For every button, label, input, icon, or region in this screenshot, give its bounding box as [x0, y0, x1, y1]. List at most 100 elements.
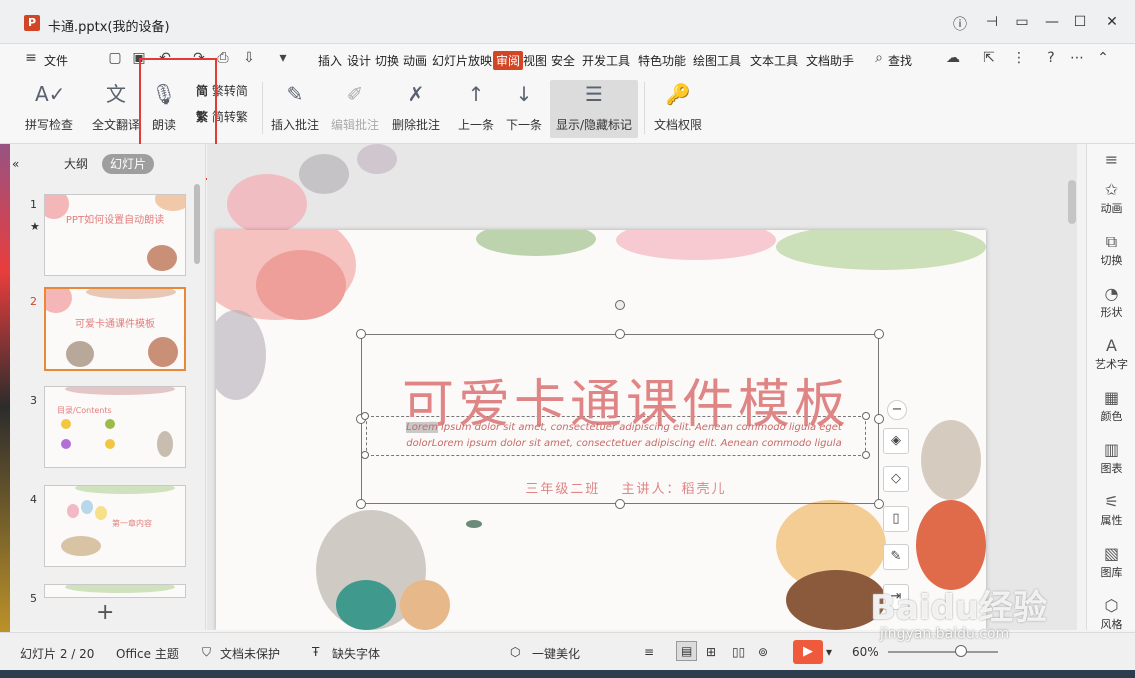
menu-file[interactable]: 文件	[44, 52, 68, 69]
notes-toggle-icon[interactable]: ≡	[644, 645, 654, 659]
normal-view-icon[interactable]: ▤	[676, 641, 698, 661]
resize-handle[interactable]	[356, 499, 366, 509]
tab-features[interactable]: 特色功能	[638, 52, 686, 69]
sorter-view-icon[interactable]: ⊞	[706, 645, 716, 659]
rp-color[interactable]: ▦ 颜色	[1087, 388, 1135, 424]
rp-shape[interactable]: ◔ 形状	[1087, 284, 1135, 320]
crop-icon[interactable]: ▯	[883, 506, 909, 532]
rp-wordart[interactable]: A 艺术字	[1087, 336, 1135, 372]
current-slide[interactable]: 可爱卡通课件模板 Lorem ipsum dolor sit amet, con…	[216, 230, 986, 630]
tab-drawing-tools[interactable]: 绘图工具	[693, 52, 741, 69]
slide-thumbnail-3[interactable]: 目录/Contents	[44, 386, 186, 468]
show-hide-markup-button[interactable]: ☰ 显示/隐藏标记	[550, 80, 638, 138]
document-permission-button[interactable]: 🔑 文档权限	[652, 80, 704, 138]
rabbit-dress	[916, 500, 986, 590]
play-options-icon[interactable]: ▾	[826, 645, 832, 659]
tab-transition[interactable]: 切换	[375, 52, 399, 69]
tab-slideshow[interactable]: 幻灯片放映	[432, 52, 492, 69]
more-options-icon[interactable]: ⋮	[1010, 50, 1028, 68]
fill-icon[interactable]: ◇	[883, 466, 909, 492]
info-icon[interactable]: ⓘ	[950, 14, 970, 33]
resize-handle[interactable]	[615, 329, 625, 339]
slide-thumbnail-1[interactable]: PPT如何设置自动朗读	[44, 194, 186, 276]
tab-design[interactable]: 设计	[347, 52, 371, 69]
decorative-flower	[616, 230, 776, 260]
tab-animation[interactable]: 动画	[403, 52, 427, 69]
play-slideshow-button[interactable]: ▶	[793, 640, 823, 664]
previous-comment-button[interactable]: ↑ 上一条	[456, 80, 496, 138]
tab-developer[interactable]: 开发工具	[582, 52, 630, 69]
rp-properties[interactable]: ⚟ 属性	[1087, 492, 1135, 528]
tab-security[interactable]: 安全	[551, 52, 575, 69]
insert-comment-button[interactable]: ✎ 插入批注	[270, 80, 320, 138]
resize-handle[interactable]	[356, 329, 366, 339]
theme-name[interactable]: Office 主题	[116, 645, 179, 662]
add-slide-button[interactable]: +	[96, 600, 114, 625]
minimize-button[interactable]: —	[1042, 14, 1062, 32]
zoom-slider[interactable]	[888, 651, 998, 653]
slide-thumbnail-5[interactable]	[44, 584, 186, 598]
decorative-flower	[227, 174, 307, 234]
cloud-sync-icon[interactable]: ☁	[944, 50, 962, 68]
slide-subtitle[interactable]: Lorem ipsum dolor sit amet, consectetuer…	[384, 420, 864, 452]
search-button[interactable]: 查找	[888, 52, 912, 69]
restore-view-icon[interactable]: ▭	[1012, 14, 1032, 32]
maximize-button[interactable]: ☐	[1070, 14, 1090, 32]
tab-slides[interactable]: 幻灯片	[102, 154, 155, 174]
share-icon[interactable]: ⇱	[980, 50, 998, 68]
delete-comment-button[interactable]: ✗ 删除批注	[388, 80, 444, 138]
more-dropdown-icon[interactable]: ▾	[274, 50, 292, 68]
zoom-slider-knob[interactable]	[955, 645, 967, 657]
one-click-beautify[interactable]: 一键美化	[532, 645, 580, 662]
pin-icon[interactable]: ⊣	[982, 14, 1002, 32]
panel-menu-icon[interactable]: ≡	[1087, 150, 1135, 170]
watermark: Baidu经验	[870, 588, 1048, 628]
resize-handle[interactable]	[862, 451, 870, 459]
help-icon[interactable]: ?	[1042, 50, 1060, 68]
slide-thumbnail-4[interactable]: 第一章内容	[44, 485, 186, 567]
spell-check-button[interactable]: A✓ 拼写检查	[22, 80, 76, 138]
tab-doc-assistant[interactable]: 文档助手	[806, 52, 854, 69]
pen-icon[interactable]: ✎	[883, 544, 909, 570]
rp-animation[interactable]: ✩ 动画	[1087, 180, 1135, 216]
tab-insert[interactable]: 插入	[318, 52, 342, 69]
spell-check-icon: A✓	[35, 82, 66, 106]
close-button[interactable]: ✕	[1102, 14, 1122, 32]
next-comment-button[interactable]: ↓ 下一条	[504, 80, 544, 138]
resize-handle[interactable]	[361, 451, 369, 459]
collapse-tools-icon[interactable]: −	[887, 400, 907, 420]
tab-view[interactable]: 视图	[523, 52, 547, 69]
transition-icon: ⧉	[1105, 232, 1118, 251]
hamburger-menu-icon[interactable]: ≡	[22, 50, 40, 68]
slide-presenter-info[interactable]: 三年级二班 主讲人：稻壳儿	[416, 478, 836, 497]
rp-gallery[interactable]: ▧ 图库	[1087, 544, 1135, 580]
presenter-view-icon[interactable]: ⊚	[758, 645, 768, 659]
translate-button[interactable]: 文 全文翻译	[90, 80, 142, 138]
rp-style[interactable]: ⬡ 风格	[1087, 596, 1135, 632]
resize-handle[interactable]	[874, 329, 884, 339]
new-file-icon[interactable]: ▢	[106, 50, 124, 68]
collapse-panel-icon[interactable]: «	[12, 154, 28, 174]
protection-status[interactable]: 文档未保护	[220, 645, 280, 662]
resize-handle[interactable]	[615, 499, 625, 509]
layers-icon[interactable]: ◈	[883, 428, 909, 454]
rp-transition[interactable]: ⧉ 切换	[1087, 232, 1135, 268]
missing-font[interactable]: 缺失字体	[332, 645, 380, 662]
rotate-handle[interactable]	[615, 300, 625, 310]
thumbnail-scrollbar[interactable]	[194, 184, 200, 264]
tab-outline[interactable]: 大纲	[56, 154, 96, 174]
reading-view-icon[interactable]: ▯▯	[732, 645, 745, 659]
edit-comment-button[interactable]: ✐ 编辑批注	[330, 80, 380, 138]
collapse-ribbon-icon[interactable]: ⌃	[1094, 50, 1112, 68]
canvas-scrollbar[interactable]	[1068, 180, 1076, 224]
slide-thumbnail-2[interactable]: 可爱卡通课件模板	[44, 287, 186, 371]
tab-review[interactable]: 审阅	[493, 51, 524, 70]
search-icon[interactable]: ⌕	[870, 50, 888, 68]
more-options-icon[interactable]: ⋯	[1068, 50, 1086, 68]
zoom-level[interactable]: 60%	[852, 645, 879, 659]
export-icon[interactable]: ⇩	[240, 50, 258, 68]
rp-chart[interactable]: ▥ 图表	[1087, 440, 1135, 476]
next-icon: ↓	[515, 82, 533, 106]
tab-text-tools[interactable]: 文本工具	[750, 52, 798, 69]
resize-handle[interactable]	[361, 412, 369, 420]
